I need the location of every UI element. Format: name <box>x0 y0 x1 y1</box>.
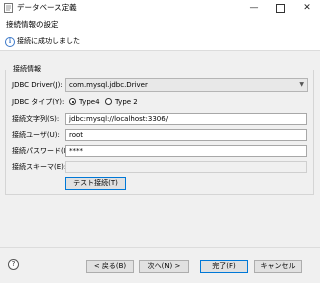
password-label: 接続パスワード(P): <box>12 147 74 155</box>
type2-radio[interactable] <box>105 98 112 105</box>
minimize-button[interactable]: — <box>241 0 267 16</box>
driver-label: JDBC Driver(J): <box>12 81 63 89</box>
type-label: JDBC タイプ(Y): <box>12 98 65 106</box>
driver-select[interactable]: com.mysql.jdbc.Driver ▼ <box>65 78 308 92</box>
type2-label: Type 2 <box>115 98 138 106</box>
window-title: データベース定義 <box>17 3 77 12</box>
help-icon[interactable]: ? <box>8 259 19 270</box>
info-icon: i <box>5 37 15 47</box>
url-label: 接続文字列(S): <box>12 115 60 123</box>
finish-button[interactable]: 完了(F) <box>200 260 248 273</box>
cancel-button[interactable]: キャンセル <box>254 260 302 273</box>
user-label: 接続ユーザ(U): <box>12 131 60 139</box>
schema-input[interactable] <box>65 161 307 173</box>
status-message: 接続に成功しました <box>17 37 80 45</box>
close-button[interactable]: ✕ <box>294 0 320 16</box>
minimize-icon: — <box>249 3 259 13</box>
next-button[interactable]: 次へ(N) > <box>139 260 189 273</box>
password-input[interactable]: **** <box>65 145 307 157</box>
driver-value: com.mysql.jdbc.Driver <box>69 81 148 89</box>
chevron-down-icon: ▼ <box>299 81 304 88</box>
page-title: 接続情報の設定 <box>6 20 59 29</box>
schema-label: 接続スキーマ(E): <box>12 163 67 171</box>
type4-label: Type4 <box>79 98 100 106</box>
url-input[interactable]: jdbc:mysql://localhost:3306/ <box>65 113 307 125</box>
test-connection-button[interactable]: テスト接続(T) <box>65 177 126 190</box>
group-title: 接続情報 <box>12 64 42 74</box>
close-icon: ✕ <box>303 3 311 13</box>
back-button[interactable]: < 戻る(B) <box>86 260 134 273</box>
user-input[interactable]: root <box>65 129 307 141</box>
app-icon <box>4 3 13 13</box>
maximize-button[interactable] <box>267 0 293 16</box>
type4-radio[interactable] <box>69 98 76 105</box>
maximize-icon <box>275 3 285 13</box>
